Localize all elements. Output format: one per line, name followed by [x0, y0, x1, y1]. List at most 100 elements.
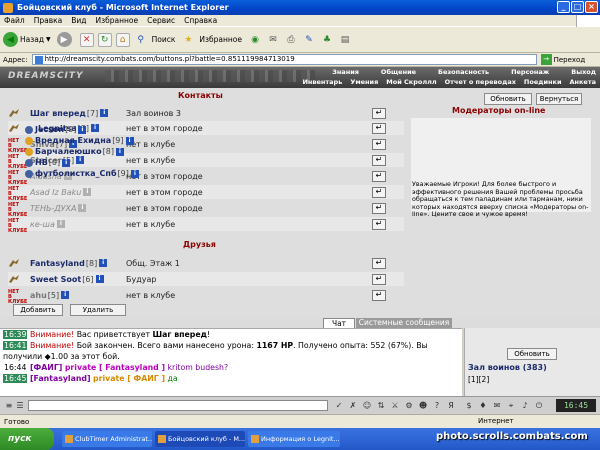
- forward-button[interactable]: ▶: [56, 32, 74, 47]
- send-private-button[interactable]: ↵: [372, 186, 386, 198]
- translit-icon[interactable]: Я: [446, 401, 456, 411]
- back-to-game-button[interactable]: Вернуться: [536, 93, 582, 105]
- info-icon[interactable]: i: [99, 259, 108, 267]
- minimize-button[interactable]: _: [557, 1, 570, 13]
- map-icon[interactable]: ⌖: [506, 401, 516, 411]
- print-icon[interactable]: ⎙: [284, 33, 298, 47]
- help-icon[interactable]: ?: [432, 401, 442, 411]
- messenger-icon[interactable]: ♣: [320, 33, 334, 47]
- info-icon[interactable]: i: [62, 158, 71, 167]
- clear-icon[interactable]: ✗: [348, 401, 358, 411]
- menu-help[interactable]: Справка: [184, 16, 217, 25]
- nav-security[interactable]: Безопасность: [438, 68, 489, 76]
- nav-fights[interactable]: Поединки: [524, 78, 562, 86]
- menu-favorites[interactable]: Избранное: [96, 16, 139, 25]
- moderator-item[interactable]: футболистка_Спб [9] i: [25, 169, 139, 178]
- money-icon[interactable]: $: [464, 401, 474, 411]
- online-pages[interactable]: [1][2]: [468, 375, 489, 384]
- home-icon[interactable]: ⌂: [115, 32, 130, 47]
- taskbar-item[interactable]: Информация о Legnit...: [248, 431, 340, 447]
- info-icon[interactable]: i: [76, 156, 85, 164]
- taskbar-item[interactable]: ClubTimer Administrat...: [62, 431, 152, 447]
- info-icon[interactable]: i: [56, 220, 65, 228]
- chat-options-icon[interactable]: ≡: [4, 401, 14, 411]
- go-button[interactable]: → Переход: [540, 54, 585, 65]
- nav-inventory[interactable]: Инвентарь: [302, 78, 342, 86]
- send-private-button[interactable]: ↵: [372, 257, 386, 269]
- moderator-item[interactable]: Барчалеюшко [8] i: [25, 147, 124, 156]
- friend-nick[interactable]: Fantasyland [8] i: [30, 259, 130, 268]
- info-icon[interactable]: i: [91, 124, 100, 132]
- info-icon[interactable]: i: [78, 204, 87, 212]
- favorites-button[interactable]: ★ Избранное: [181, 33, 242, 47]
- info-icon[interactable]: i: [100, 109, 109, 117]
- start-button[interactable]: пуск: [0, 428, 54, 450]
- send-private-button[interactable]: ↵: [372, 122, 386, 134]
- nav-profile[interactable]: Анкета: [570, 78, 597, 86]
- menu-file[interactable]: Файл: [4, 16, 25, 25]
- contact-nick[interactable]: Шаг вперед [7] i: [30, 109, 130, 118]
- chat-private-target[interactable]: private [ Fantasyland ]: [65, 363, 165, 372]
- media-icon[interactable]: ◉: [248, 33, 262, 47]
- send-private-button[interactable]: ↵: [372, 154, 386, 166]
- chat-sender[interactable]: [ФАИГ]: [30, 363, 62, 372]
- search-button[interactable]: ⚲ Поиск: [134, 33, 175, 47]
- send-icon[interactable]: ✓: [334, 401, 344, 411]
- refresh-icon[interactable]: ↻: [97, 32, 112, 47]
- tab-system-messages[interactable]: Системные сообщения: [356, 318, 452, 328]
- scroll-icon[interactable]: ⇅: [376, 401, 386, 411]
- info-icon[interactable]: i: [83, 188, 92, 196]
- contact-nick[interactable]: ТЕНЬ-ДУХА i: [30, 204, 130, 213]
- send-private-button[interactable]: ↵: [372, 107, 386, 119]
- contact-nick[interactable]: ке-ша i: [30, 220, 130, 229]
- send-private-button[interactable]: ↵: [372, 138, 386, 150]
- send-private-button[interactable]: ↵: [372, 170, 386, 182]
- friend-nick[interactable]: Sweet Soot [6] i: [30, 275, 130, 284]
- maximize-button[interactable]: □: [571, 1, 584, 13]
- nav-exit[interactable]: Выход: [571, 68, 596, 76]
- taskbar-item-active[interactable]: Бойцовский клуб - M...: [155, 431, 245, 447]
- nav-transfer-report[interactable]: Отчет о переводах: [445, 78, 516, 86]
- moderator-item[interactable]: Jecson [9] i: [25, 125, 87, 134]
- smiley-icon[interactable]: ☺: [362, 401, 372, 411]
- nav-character[interactable]: Персонаж: [511, 68, 549, 76]
- send-private-button[interactable]: ↵: [372, 273, 386, 285]
- edit-icon[interactable]: ✎: [302, 33, 316, 47]
- moderator-item[interactable]: НВ [0] i: [25, 158, 71, 167]
- info-icon[interactable]: i: [78, 125, 87, 134]
- sound-icon[interactable]: ♪: [520, 401, 530, 411]
- research-icon[interactable]: ▤: [338, 33, 352, 47]
- online-refresh-button[interactable]: Обновить: [507, 348, 557, 360]
- add-contact-button[interactable]: Добавить: [13, 304, 63, 316]
- refresh-button[interactable]: Обновить: [484, 93, 532, 105]
- stop-icon[interactable]: ✕: [79, 32, 94, 47]
- info-icon[interactable]: i: [115, 147, 124, 156]
- info-icon[interactable]: i: [125, 136, 134, 145]
- settings-icon[interactable]: ⚙: [404, 401, 414, 411]
- moderator-item[interactable]: Вредная Ехидна [9] i: [25, 136, 134, 145]
- info-icon[interactable]: i: [61, 291, 70, 299]
- chat-sender[interactable]: [Fantasyland]: [30, 374, 91, 383]
- nav-knowledge[interactable]: Знания: [332, 68, 359, 76]
- chat-filter-icon[interactable]: ☰: [15, 401, 25, 411]
- menu-edit[interactable]: Правка: [34, 16, 63, 25]
- send-private-button[interactable]: ↵: [372, 202, 386, 214]
- friend-nick[interactable]: ahu [5] i: [30, 291, 130, 300]
- menu-tools[interactable]: Сервис: [147, 16, 175, 25]
- info-icon[interactable]: i: [95, 275, 104, 283]
- mail-icon[interactable]: ✉: [266, 33, 280, 47]
- nav-communication[interactable]: Общение: [381, 68, 416, 76]
- contact-nick[interactable]: Asad Iz Baku i: [30, 188, 130, 197]
- menu-view[interactable]: Вид: [71, 16, 86, 25]
- nav-skills[interactable]: Умения: [350, 78, 378, 86]
- back-button[interactable]: ◀ Назад ▼: [3, 32, 51, 47]
- address-input[interactable]: http://dreamscity.combats.com/buttons.pl…: [31, 54, 537, 65]
- bag-icon[interactable]: ♦: [478, 401, 488, 411]
- chat-private-target[interactable]: private [ ФАИГ ]: [93, 374, 165, 383]
- power-icon[interactable]: ⏻: [534, 401, 544, 411]
- nav-my-scroll[interactable]: Мой Скроллл: [386, 78, 436, 86]
- send-private-button[interactable]: ↵: [372, 218, 386, 230]
- close-button[interactable]: ×: [585, 1, 598, 13]
- chat-input[interactable]: [28, 400, 328, 411]
- mail-icon-chat[interactable]: ✉: [492, 401, 502, 411]
